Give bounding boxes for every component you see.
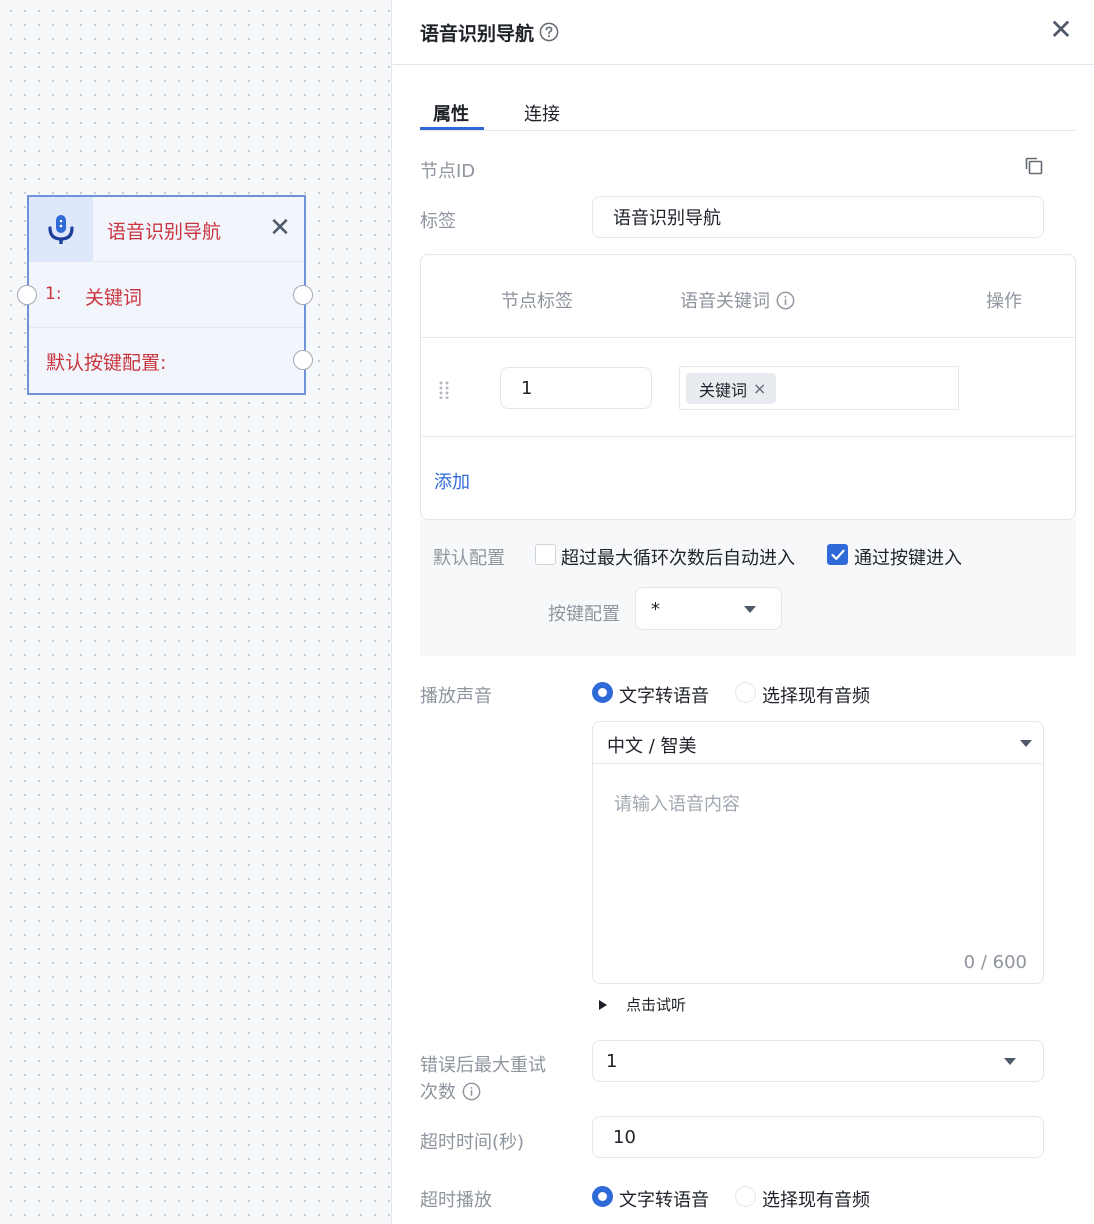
tab-bar: 属性 连接 xyxy=(420,90,1076,131)
tag-input-value: 语音识别导航 xyxy=(613,208,721,229)
tab-active-indicator xyxy=(420,127,484,130)
chevron-down-icon xyxy=(1004,1058,1016,1065)
info-icon[interactable] xyxy=(462,1082,481,1101)
tag-input[interactable]: 语音识别导航 xyxy=(592,196,1044,238)
node-header: 语音识别导航 ✕ xyxy=(29,197,304,262)
keyword-tag: 关键词 × xyxy=(686,373,777,404)
timeout-input[interactable]: 10 xyxy=(592,1116,1044,1158)
key-config-label: 按键配置 xyxy=(548,604,620,625)
node-row-keyword: 关键词 xyxy=(85,287,143,309)
node-icon-box xyxy=(29,197,93,262)
node-close-icon[interactable]: ✕ xyxy=(266,214,294,242)
th-action: 操作 xyxy=(986,291,1022,312)
flow-canvas[interactable]: 语音识别导航 ✕ 1: 关键词 默认按键配置: xyxy=(0,0,392,1224)
timeout-tts-label[interactable]: 文字转语音 xyxy=(619,1186,709,1212)
chevron-down-icon xyxy=(744,606,756,613)
tts-radio[interactable] xyxy=(592,682,613,703)
th-keyword-text: 语音关键词 xyxy=(680,291,770,312)
voice-select[interactable]: 中文 / 智美 xyxy=(593,722,1043,764)
default-output-port[interactable] xyxy=(293,350,313,370)
char-counter: 0 / 600 xyxy=(963,952,1027,973)
row-label-value: 1 xyxy=(521,377,533,399)
panel-close-icon[interactable]: ✕ xyxy=(1045,14,1077,46)
retry-label-line2: 次数 xyxy=(420,1078,481,1104)
timeout-audio-label[interactable]: 选择现有音频 xyxy=(762,1186,870,1212)
node-default-label: 默认按键配置: xyxy=(46,352,167,374)
timeout-play-label: 超时播放 xyxy=(420,1190,492,1211)
auto-enter-checkbox[interactable] xyxy=(535,544,556,565)
timeout-audio-radio[interactable] xyxy=(735,1186,756,1207)
node-input-port[interactable] xyxy=(17,285,37,305)
properties-panel: 语音识别导航 ✕ 属性 连接 节点ID 标签 语音识别导航 节点标签 语音关键词… xyxy=(393,0,1094,1224)
th-node-label: 节点标签 xyxy=(501,291,573,312)
retry-label-text: 次数 xyxy=(420,1082,456,1103)
microphone-icon xyxy=(48,214,74,244)
key-config-select[interactable]: * xyxy=(635,587,782,630)
retry-value: 1 xyxy=(606,1051,618,1072)
preview-label: 点击试听 xyxy=(626,996,687,1014)
node-title: 语音识别导航 xyxy=(107,221,222,243)
key-enter-label[interactable]: 通过按键进入 xyxy=(854,544,962,570)
header-divider xyxy=(393,64,1094,65)
th-keyword: 语音关键词 xyxy=(680,287,795,313)
play-icon xyxy=(599,999,607,1010)
chevron-down-icon xyxy=(1020,740,1032,747)
info-icon[interactable] xyxy=(776,291,795,310)
node-row-index: 1: xyxy=(45,284,62,304)
audio-radio[interactable] xyxy=(735,682,756,703)
drag-handle-icon[interactable] xyxy=(439,381,449,399)
node-id-label: 节点ID xyxy=(420,161,476,182)
tts-editor: 中文 / 智美 请输入语音内容 0 / 600 xyxy=(592,721,1044,984)
retry-label-line1: 错误后最大重试 xyxy=(420,1055,546,1076)
add-row-link[interactable]: 添加 xyxy=(434,468,470,494)
tag-remove-icon[interactable]: × xyxy=(753,379,766,398)
default-config-label: 默认配置 xyxy=(433,548,505,569)
audio-radio-label[interactable]: 选择现有音频 xyxy=(762,682,870,708)
tab-connections[interactable]: 连接 xyxy=(524,100,560,126)
retry-select[interactable]: 1 xyxy=(592,1040,1044,1082)
keyword-table: 节点标签 语音关键词 操作 1 关键词 × 添加 xyxy=(420,254,1076,520)
timeout-value: 10 xyxy=(613,1126,636,1148)
auto-enter-label[interactable]: 超过最大循环次数后自动进入 xyxy=(561,544,795,570)
row-label-input[interactable]: 1 xyxy=(500,367,652,409)
timeout-label: 超时时间(秒) xyxy=(420,1132,525,1153)
copy-icon[interactable] xyxy=(1024,156,1044,176)
panel-title: 语音识别导航 xyxy=(420,23,535,45)
play-sound-label: 播放声音 xyxy=(420,686,492,707)
node-keyword-row[interactable]: 1: 关键词 xyxy=(29,263,304,328)
tab-properties[interactable]: 属性 xyxy=(433,100,469,126)
node-default-row[interactable]: 默认按键配置: xyxy=(29,328,304,393)
default-config-section: 默认配置 超过最大循环次数后自动进入 通过按键进入 按键配置 * xyxy=(420,520,1076,656)
keyword-tag-input[interactable]: 关键词 × xyxy=(679,366,959,410)
key-config-value: * xyxy=(651,599,660,620)
keyword-tag-text: 关键词 xyxy=(699,380,748,400)
preview-button[interactable]: 点击试听 xyxy=(598,994,686,1015)
tts-radio-label[interactable]: 文字转语音 xyxy=(619,682,709,708)
table-header-divider xyxy=(421,337,1075,338)
keyword-output-port[interactable] xyxy=(293,285,313,305)
tts-textarea[interactable]: 请输入语音内容 xyxy=(614,790,740,816)
timeout-tts-radio[interactable] xyxy=(592,1186,613,1207)
help-icon[interactable] xyxy=(539,22,559,42)
voice-select-value: 中文 / 智美 xyxy=(607,736,697,757)
tag-label: 标签 xyxy=(420,211,456,232)
voice-nav-node[interactable]: 语音识别导航 ✕ 1: 关键词 默认按键配置: xyxy=(27,195,306,395)
check-icon xyxy=(830,549,845,560)
table-row-divider xyxy=(421,436,1075,437)
key-enter-checkbox[interactable] xyxy=(827,544,848,565)
